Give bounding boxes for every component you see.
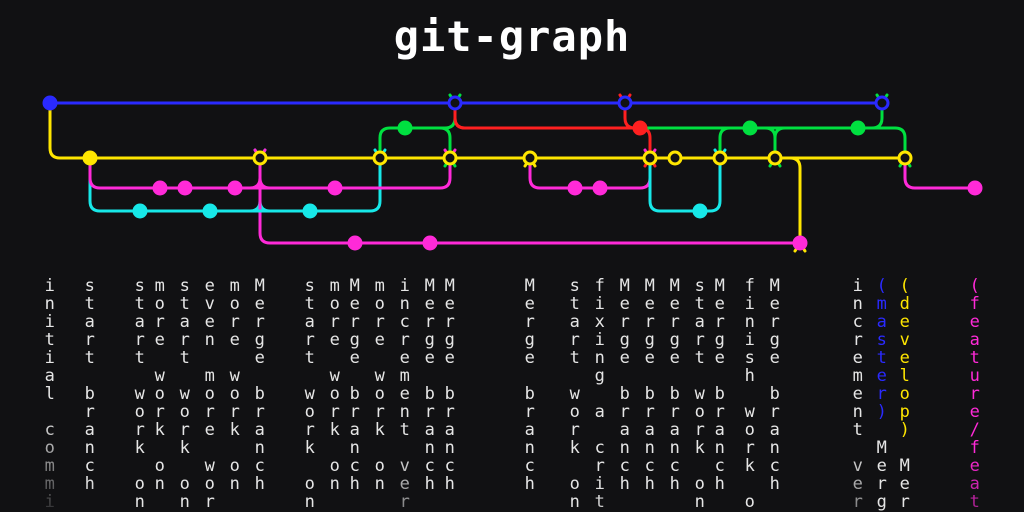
commit-node — [876, 97, 888, 109]
commit-message: increment version — [848, 276, 867, 512]
commit-node — [374, 152, 386, 164]
commit-message: start branch develop — [80, 276, 99, 512]
commit-node — [329, 182, 341, 194]
commit-node — [134, 205, 146, 217]
commit-message: increment version — [395, 276, 414, 512]
commit-message: Merge branch 'feature/feature1' — [250, 276, 269, 512]
commit-node — [569, 182, 581, 194]
commit-node — [179, 182, 191, 194]
commit-message: Merge branch 'release/v2' — [765, 276, 784, 512]
commit-node — [969, 182, 981, 194]
commit-message: Merge branch 'feature/feature2' — [345, 276, 364, 512]
commit-node — [694, 205, 706, 217]
commit-message: start work on feature 5 — [690, 276, 709, 512]
commit-node — [399, 122, 411, 134]
commit-node — [44, 97, 56, 109]
commit-node — [794, 237, 806, 249]
commit-labels: initial commit start branch develop start … — [0, 276, 1024, 512]
commit-message: Merge branch 'feature/feature4' — [665, 276, 684, 512]
commit-message: Merge branch 'hotfix/h1' — [640, 276, 659, 512]
commit-message: finish work on feature 5 — [740, 276, 759, 512]
commit-message: Merge branch 'release/v1' — [440, 276, 459, 512]
commit-message: Merge branch 'develop' — [710, 276, 729, 512]
commit-node — [254, 152, 266, 164]
commit-message: more work on feature 3 — [325, 276, 344, 512]
commit-message: initial commit — [40, 276, 59, 512]
commit-node — [619, 97, 631, 109]
commit-node — [769, 152, 781, 164]
commit-node — [304, 205, 316, 217]
commit-message: Merge branch 'hotfix/h1' — [615, 276, 634, 512]
commit-node — [524, 152, 536, 164]
commit-node — [899, 152, 911, 164]
git-graph-canvas — [0, 78, 1024, 268]
commit-node — [349, 237, 361, 249]
commit-message: even more work on feature 1 — [200, 276, 219, 512]
commit-node — [594, 182, 606, 194]
commit-node — [229, 182, 241, 194]
commit-message: (develop) Merge branch 'release/v2' — [895, 276, 914, 512]
commit-message: (master) Merge branch 'release/v2' — [872, 276, 891, 512]
commit-node — [84, 152, 96, 164]
commit-message: (feature/feature6) — [965, 276, 984, 512]
commit-node — [714, 152, 726, 164]
commit-node — [424, 237, 436, 249]
commit-node — [154, 182, 166, 194]
commit-message: start work on feature 2 — [175, 276, 194, 512]
page-title: git-graph — [0, 12, 1024, 61]
commit-message: more work on feature 2 — [225, 276, 244, 512]
commit-node — [852, 122, 864, 134]
commit-message: start work on feature 4 — [565, 276, 584, 512]
commit-message: start work on feature 1 — [130, 276, 149, 512]
commit-node — [634, 122, 646, 134]
commit-node — [204, 205, 216, 217]
commit-node — [644, 152, 656, 164]
commit-node — [444, 152, 456, 164]
commit-message: more work on feature 3 — [370, 276, 389, 512]
commit-node — [669, 152, 681, 164]
commit-message: Merge branch 'feature/feature3' — [520, 276, 539, 512]
commit-node — [744, 122, 756, 134]
commit-message: Merge branch 'release/v1' — [420, 276, 439, 512]
commit-message: fixing a critical bug — [590, 276, 609, 512]
commit-message: more work on feature 1 — [150, 276, 169, 512]
commit-node — [449, 97, 461, 109]
commit-message: start work on feature 3 — [300, 276, 319, 512]
